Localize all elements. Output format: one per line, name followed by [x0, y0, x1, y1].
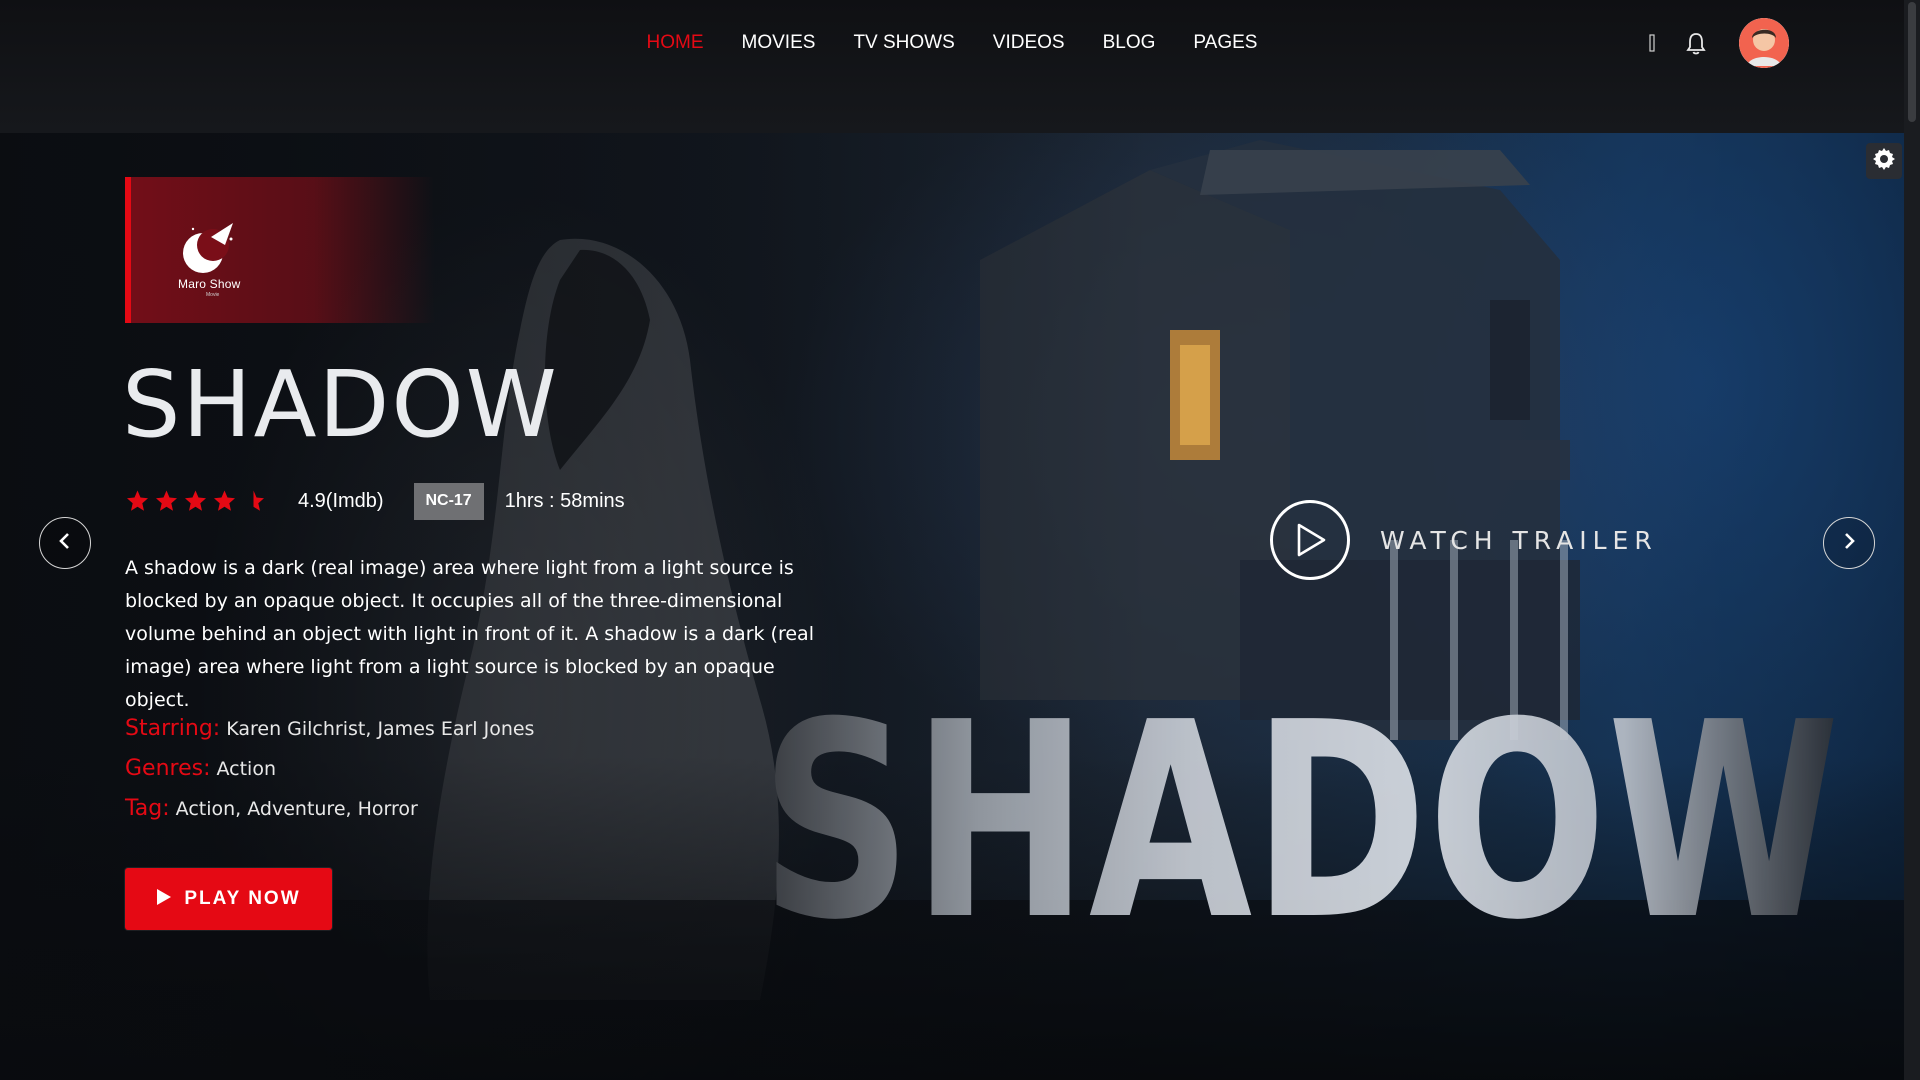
nav-home[interactable]: HOME	[647, 30, 704, 56]
chevron-right-icon	[1842, 532, 1856, 555]
logo-subtext: Movie	[206, 292, 220, 298]
bell-icon[interactable]	[1683, 30, 1709, 56]
starring-label: Starring:	[125, 716, 221, 741]
movie-title: SHADOW	[122, 351, 559, 458]
play-now-button[interactable]: PLAY NOW	[125, 868, 332, 930]
nav-tv-shows[interactable]: TV SHOWS	[853, 30, 954, 56]
nav-videos[interactable]: VIDEOS	[993, 30, 1065, 56]
star-half-icon	[253, 490, 264, 511]
age-rating-badge: NC-17	[413, 482, 484, 520]
logo-icon	[181, 219, 239, 282]
settings-button[interactable]	[1866, 143, 1902, 179]
next-slide-button[interactable]	[1823, 517, 1875, 569]
imdb-rating: 4.9(Imdb)	[298, 489, 384, 512]
header-actions	[1645, 18, 1789, 68]
duration: 1hrs : 58mins	[504, 489, 625, 512]
star-icon	[185, 490, 206, 511]
genres-label: Genres:	[125, 756, 211, 781]
logo-text: Maro Show	[178, 277, 241, 291]
main-nav: HOME MOVIES TV SHOWS VIDEOS BLOG PAGES	[0, 30, 1904, 56]
movie-info: Starring: Karen Gilchrist, James Earl Jo…	[125, 716, 534, 836]
genres-value: Action	[216, 758, 277, 780]
show-logo-panel: Maro Show Movie	[125, 177, 435, 323]
play-icon	[156, 888, 172, 911]
tag-value: Action, Adventure, Horror	[175, 798, 418, 820]
tag-label: Tag:	[125, 796, 170, 821]
nav-movies[interactable]: MOVIES	[742, 30, 816, 56]
page-scrollbar[interactable]	[1904, 0, 1920, 1080]
star-icon	[214, 490, 235, 511]
play-circle-icon	[1270, 500, 1350, 580]
genres-line: Genres: Action	[125, 756, 534, 796]
chevron-left-icon	[58, 532, 72, 555]
star-icon	[127, 490, 148, 511]
scroll-thumb[interactable]	[1908, 2, 1916, 122]
gear-icon	[1872, 147, 1896, 176]
starring-line: Starring: Karen Gilchrist, James Earl Jo…	[125, 716, 534, 756]
movie-meta: 4.9(Imdb) NC-17 1hrs : 58mins	[125, 482, 625, 520]
star-icon	[156, 490, 177, 511]
tag-line: Tag: Action, Adventure, Horror	[125, 796, 534, 836]
play-now-label: PLAY NOW	[184, 888, 301, 909]
watch-trailer-label: WATCH TRAILER	[1380, 525, 1658, 555]
watch-trailer-button[interactable]: WATCH TRAILER	[1270, 500, 1658, 580]
big-title-text: SHADOW	[760, 690, 1840, 940]
rating-stars	[125, 489, 270, 513]
avatar[interactable]	[1739, 18, 1789, 68]
movie-description: A shadow is a dark (real image) area whe…	[125, 557, 814, 711]
prev-slide-button[interactable]	[39, 517, 91, 569]
top-header: HOME MOVIES TV SHOWS VIDEOS BLOG PAGES	[0, 0, 1904, 133]
starring-value: Karen Gilchrist, James Earl Jones	[226, 718, 535, 740]
page: HOME MOVIES TV SHOWS VIDEOS BLOG PAGES M…	[0, 0, 1920, 1080]
big-title-watermark: SHADOW	[760, 690, 1840, 940]
search-icon[interactable]	[1645, 32, 1659, 54]
nav-pages[interactable]: PAGES	[1193, 30, 1257, 56]
nav-blog[interactable]: BLOG	[1103, 30, 1156, 56]
